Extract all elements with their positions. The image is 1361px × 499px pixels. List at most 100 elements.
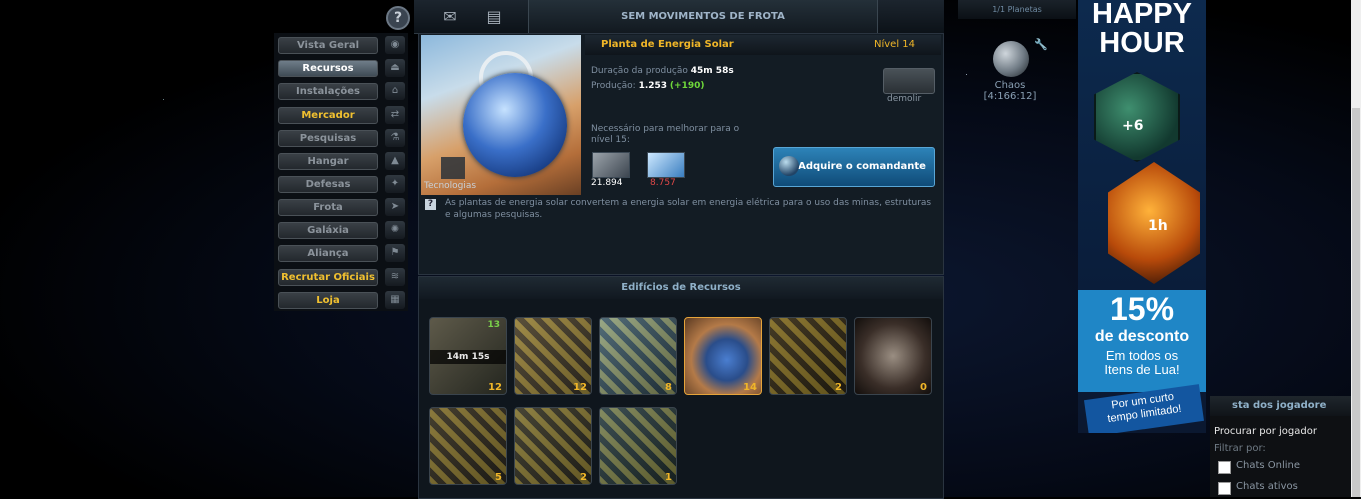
acquire-commander-button[interactable]: Adquire o comandante	[773, 147, 935, 187]
online-checkbox[interactable]	[1218, 461, 1231, 474]
filter-label: Filtrar por:	[1214, 443, 1266, 454]
building-level: 8	[665, 382, 672, 393]
production-value: 1.253	[638, 81, 668, 91]
wrench-icon[interactable]: 🔧	[1034, 38, 1048, 51]
building-slot-metal-storage[interactable]: 5	[429, 407, 507, 485]
facilities-icon[interactable]: ⌂	[385, 82, 405, 100]
menu-item-defesas[interactable]: Defesas	[278, 176, 378, 193]
acquire-commander-label: Adquire o comandante	[798, 161, 926, 172]
building-level: Nível 14	[874, 39, 916, 50]
planet-info[interactable]: Chaos [4:166:12]	[960, 80, 1060, 102]
search-player-link[interactable]: Procurar por jogador	[1214, 426, 1317, 437]
online-chats-label: Chats Online	[1236, 460, 1301, 471]
mail-icon[interactable]: ✉	[438, 7, 462, 26]
building-description: As plantas de energia solar convertem a …	[445, 198, 932, 220]
building-level: 5	[495, 472, 502, 483]
solar-plant-image: Tecnologias	[421, 35, 581, 195]
menu-item-frota[interactable]: Frota	[278, 199, 378, 216]
planet-coords[interactable]: [4:166:12]	[960, 91, 1060, 102]
building-title: Planta de Energia Solar	[601, 39, 734, 50]
player-list-header[interactable]: sta dos jogadore	[1210, 396, 1351, 416]
player-list-panel: sta dos jogadore Procurar por jogador Fi…	[1210, 396, 1351, 497]
officers-icon[interactable]: ≋	[385, 268, 405, 286]
technology-icon[interactable]	[441, 157, 465, 179]
fleet-status[interactable]: SEM MOVIMENTOS DE FROTA	[528, 0, 878, 33]
upgrade-requirements-label: Necessário para melhorar para o nível 15…	[591, 124, 740, 145]
globe-icon	[779, 156, 799, 176]
planets-count: 1/1 Planetas	[958, 0, 1076, 19]
demolish-label[interactable]: demolir	[887, 94, 921, 104]
banner-happy: HAPPY	[1092, 0, 1192, 30]
building-slot-solar-satellite[interactable]: 0	[854, 317, 932, 395]
help-icon[interactable]: ?	[386, 6, 410, 30]
moon-items-text: Em todos os Itens de Lua!	[1078, 349, 1206, 377]
overview-icon[interactable]: ◉	[385, 36, 405, 54]
resources-icon[interactable]: ⏏	[385, 59, 405, 77]
merchant-icon[interactable]: ⇄	[385, 106, 405, 124]
resource-buildings-header: Edifícios de Recursos	[419, 277, 943, 299]
active-chats-label: Chats ativos	[1236, 481, 1298, 492]
chat-icon[interactable]: ▤	[482, 7, 506, 26]
badge-plus-six: +6	[1122, 118, 1144, 134]
metal-icon	[592, 152, 630, 178]
cost-crystal: 8.757	[650, 178, 676, 188]
defense-icon[interactable]: ✦	[385, 175, 405, 193]
building-slot-deuterium-tank[interactable]: 1	[599, 407, 677, 485]
menu-item-alianca[interactable]: Aliança	[278, 245, 378, 262]
menu-item-instalacoes[interactable]: Instalações	[278, 83, 378, 100]
duration-row: Duração da produção 45m 58s	[591, 66, 734, 76]
fleet-icon[interactable]: ➤	[385, 198, 405, 216]
menu-item-hangar[interactable]: Hangar	[278, 153, 378, 170]
build-timer: 14m 15s	[430, 350, 506, 364]
menu-item-recrutar-oficiais[interactable]: Recrutar Oficiais	[278, 269, 378, 286]
research-icon[interactable]: ⚗	[385, 129, 405, 147]
shop-icon[interactable]: ▦	[385, 291, 405, 309]
demolish-button[interactable]	[883, 68, 935, 94]
building-level: 0	[920, 382, 927, 393]
building-slot-deuterium-synthesizer[interactable]: 8	[599, 317, 677, 395]
building-slot-metal-mine[interactable]: 13 14m 15s 12	[429, 317, 507, 395]
building-level: 1	[665, 472, 672, 483]
technologies-label[interactable]: Tecnologias	[424, 181, 476, 191]
building-level: 14	[743, 382, 757, 393]
production-delta: (+190)	[669, 81, 705, 91]
menu-item-loja[interactable]: Loja	[278, 292, 378, 309]
galaxy-icon[interactable]: ✺	[385, 221, 405, 239]
moon-items-line2: Itens de Lua!	[1104, 362, 1180, 377]
banner-hour: HOUR	[1099, 27, 1185, 59]
next-level: 13	[487, 320, 500, 330]
fields-bonus-icon	[1094, 72, 1180, 162]
question-icon[interactable]: ?	[425, 199, 436, 210]
discount-percent: 15%	[1109, 291, 1175, 327]
building-slot-crystal-mine[interactable]: 12	[514, 317, 592, 395]
planet-thumbnail[interactable]	[993, 41, 1029, 77]
happy-hour-title: HAPPY HOUR	[1078, 0, 1206, 58]
building-slot-crystal-storage[interactable]: 2	[514, 407, 592, 485]
active-checkbox[interactable]	[1218, 482, 1231, 495]
menu-item-recursos[interactable]: Recursos	[278, 60, 378, 77]
building-level: 12	[488, 382, 502, 393]
menu-item-mercador[interactable]: Mercador	[278, 107, 378, 124]
production-row: Produção: 1.253 (+190)	[591, 81, 704, 91]
page-scrollbar[interactable]	[1351, 0, 1361, 497]
menu-item-vista-geral[interactable]: Vista Geral	[278, 37, 378, 54]
scrollbar-thumb[interactable]	[1352, 108, 1360, 497]
crystal-icon	[647, 152, 685, 178]
solar-sphere-graphic	[463, 73, 567, 177]
production-label: Produção:	[591, 81, 636, 91]
menu-item-galaxia[interactable]: Galáxia	[278, 222, 378, 239]
building-level: 2	[835, 382, 842, 393]
hangar-icon[interactable]: ▲	[385, 152, 405, 170]
duration-value: 45m 58s	[690, 66, 734, 76]
cost-metal: 21.894	[591, 178, 623, 188]
planet-name[interactable]: Chaos	[960, 80, 1060, 91]
discount-label: de desconto	[1094, 328, 1190, 345]
alliance-icon[interactable]: ⚑	[385, 244, 405, 262]
building-slot-fusion-reactor[interactable]: 2	[769, 317, 847, 395]
menu-item-pesquisas[interactable]: Pesquisas	[278, 130, 378, 147]
building-level: 2	[580, 472, 587, 483]
happy-hour-banner[interactable]: HAPPY HOUR +6 1h 15% de desconto Em todo…	[1078, 0, 1206, 433]
building-slot-solar-plant[interactable]: 14	[684, 317, 762, 395]
badge-one-hour: 1h	[1148, 218, 1168, 234]
detail-titlebar: Planta de Energia Solar Nível 14 ×	[585, 35, 1109, 55]
